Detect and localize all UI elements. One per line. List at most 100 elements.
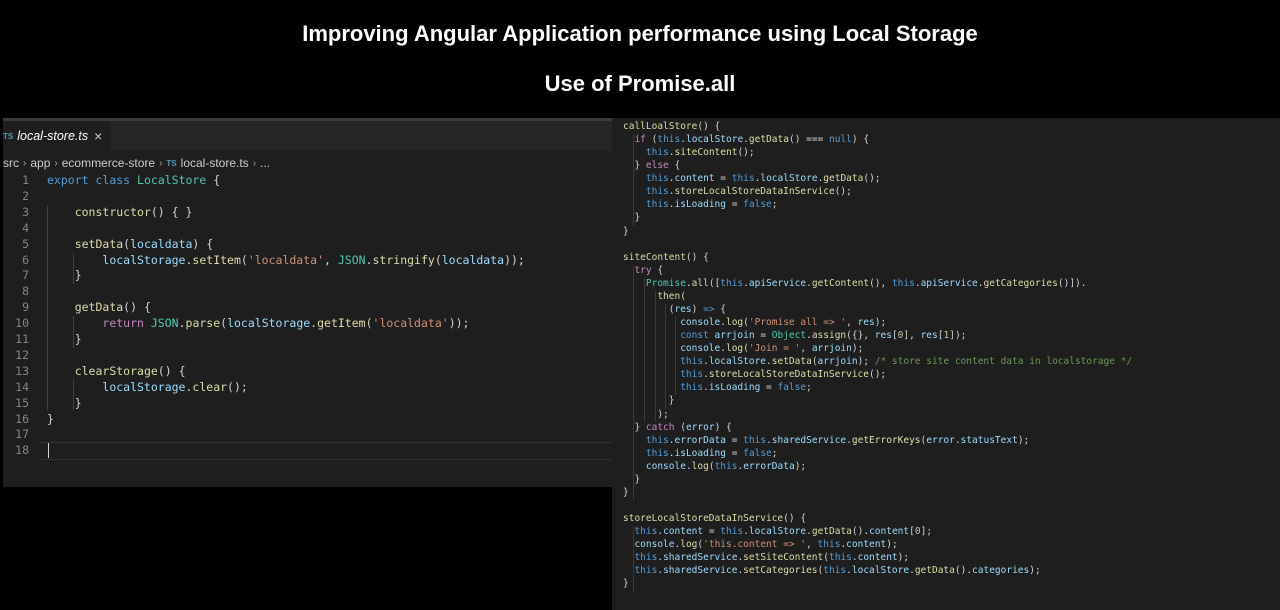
breadcrumb-item-ecommerce-store[interactable]: ecommerce-store <box>62 156 155 170</box>
text-cursor <box>48 443 49 459</box>
code-token: this <box>731 173 755 185</box>
code-token: getData <box>823 173 864 185</box>
snippet-line: this.isLoading = false; <box>623 382 812 393</box>
code-token: this <box>720 277 744 289</box>
code-token: ) { <box>851 134 870 146</box>
snippet-line: callLoalStore() { <box>623 121 720 132</box>
snippet-line: } else { <box>623 160 680 171</box>
code-token: errorData <box>743 460 795 472</box>
line-number: 13 <box>15 363 29 378</box>
code-token: = <box>760 382 778 394</box>
snippet-line: this.storeLocalStoreDataInService(); <box>623 369 886 380</box>
code-token: (); <box>834 186 852 198</box>
code-token: export <box>47 173 89 187</box>
snippet-line: this.content = this.localStore.getData()… <box>623 526 932 537</box>
line-number: 14 <box>15 379 29 394</box>
code-token: ); <box>874 317 887 329</box>
code-token: apiService <box>920 277 978 289</box>
code-token: sharedService <box>771 434 847 446</box>
snippet-line: this.siteContent(); <box>623 147 755 158</box>
code-token: ( <box>674 421 686 433</box>
line-number: 7 <box>22 268 29 283</box>
code-token: getItem <box>317 316 366 331</box>
code-line: clearStorage() { <box>47 364 186 378</box>
line-number: 1 <box>22 173 29 187</box>
code-token: content <box>846 539 887 551</box>
code-token: console <box>680 317 721 329</box>
code-line: setData(localdata) { <box>47 237 214 251</box>
breadcrumb-item-app[interactable]: app <box>30 156 50 170</box>
code-token: Object <box>771 330 807 342</box>
code-token: this <box>645 199 669 211</box>
code-token: { <box>651 264 664 276</box>
code-line: } <box>47 332 82 346</box>
code-line: } <box>47 396 82 410</box>
tab-filename: local-store.ts <box>17 129 89 143</box>
code-token: setSiteContent <box>743 552 824 564</box>
code-token: log <box>691 460 709 472</box>
code-token: res <box>674 303 692 315</box>
code-token: stringify <box>372 252 435 267</box>
code-token: const <box>680 330 709 342</box>
snippet-line: if (this.localStore.getData() === null) … <box>623 134 869 145</box>
code-token: localStore <box>760 173 818 185</box>
breadcrumb-item-symbol[interactable]: ... <box>260 156 270 170</box>
code-token: log <box>725 343 744 355</box>
code-token: this <box>714 460 738 472</box>
code-token: assign <box>811 330 847 342</box>
code-token: null <box>829 134 852 146</box>
line-number: 6 <box>22 252 29 267</box>
code-token: this <box>634 552 658 564</box>
code-token: 'Promise all => ' <box>748 317 847 329</box>
snippet-line: this.sharedService.setCategories(this.lo… <box>623 565 1040 577</box>
code-token: getData <box>811 526 852 538</box>
code-token: (). <box>851 526 870 538</box>
tab-local-store[interactable]: TS local-store.ts × <box>3 121 111 151</box>
code-token: } <box>623 473 641 485</box>
snippet-line: } <box>623 226 629 237</box>
code-token: else <box>645 160 669 172</box>
code-token: ]); <box>949 330 967 342</box>
code-line: localStorage.clear(); <box>47 380 247 394</box>
code-token: ( <box>434 252 442 267</box>
code-token: this <box>645 186 669 198</box>
code-line: export class LocalStore { <box>47 173 220 187</box>
code-token: ); <box>857 356 875 368</box>
close-icon[interactable]: × <box>94 128 102 144</box>
code-token: this <box>823 565 847 577</box>
code-token: getCategories <box>983 277 1058 289</box>
breadcrumb-item-file[interactable]: local-store.ts <box>181 156 249 170</box>
snippet-line: this.localStore.setData(arrjoin); /* sto… <box>623 356 1132 367</box>
code-token: 'localdata' <box>247 252 324 267</box>
code-token: )); <box>504 252 525 267</box>
snippet-line: } <box>623 578 629 589</box>
code-token: console <box>645 460 686 472</box>
snippet-line: Promise.all([this.apiService.getContent(… <box>623 277 1087 289</box>
code-token: ( <box>680 290 686 302</box>
code-token: apiService <box>748 277 807 289</box>
code-token: sharedService <box>663 552 738 564</box>
code-token: /* store site content data in localstora… <box>874 356 1133 368</box>
code-token: console <box>680 343 721 355</box>
breadcrumb-item-src[interactable]: src <box>3 156 19 170</box>
code-token: Promise <box>645 277 686 289</box>
code-token: } <box>47 332 82 346</box>
code-token: log <box>680 539 698 551</box>
snippet-line: const arrjoin = Object.assign({}, res[0]… <box>623 330 966 341</box>
code-token: () { <box>157 363 186 378</box>
code-token: errorData <box>674 434 726 446</box>
snippet-line: this.isLoading = false; <box>623 199 778 210</box>
